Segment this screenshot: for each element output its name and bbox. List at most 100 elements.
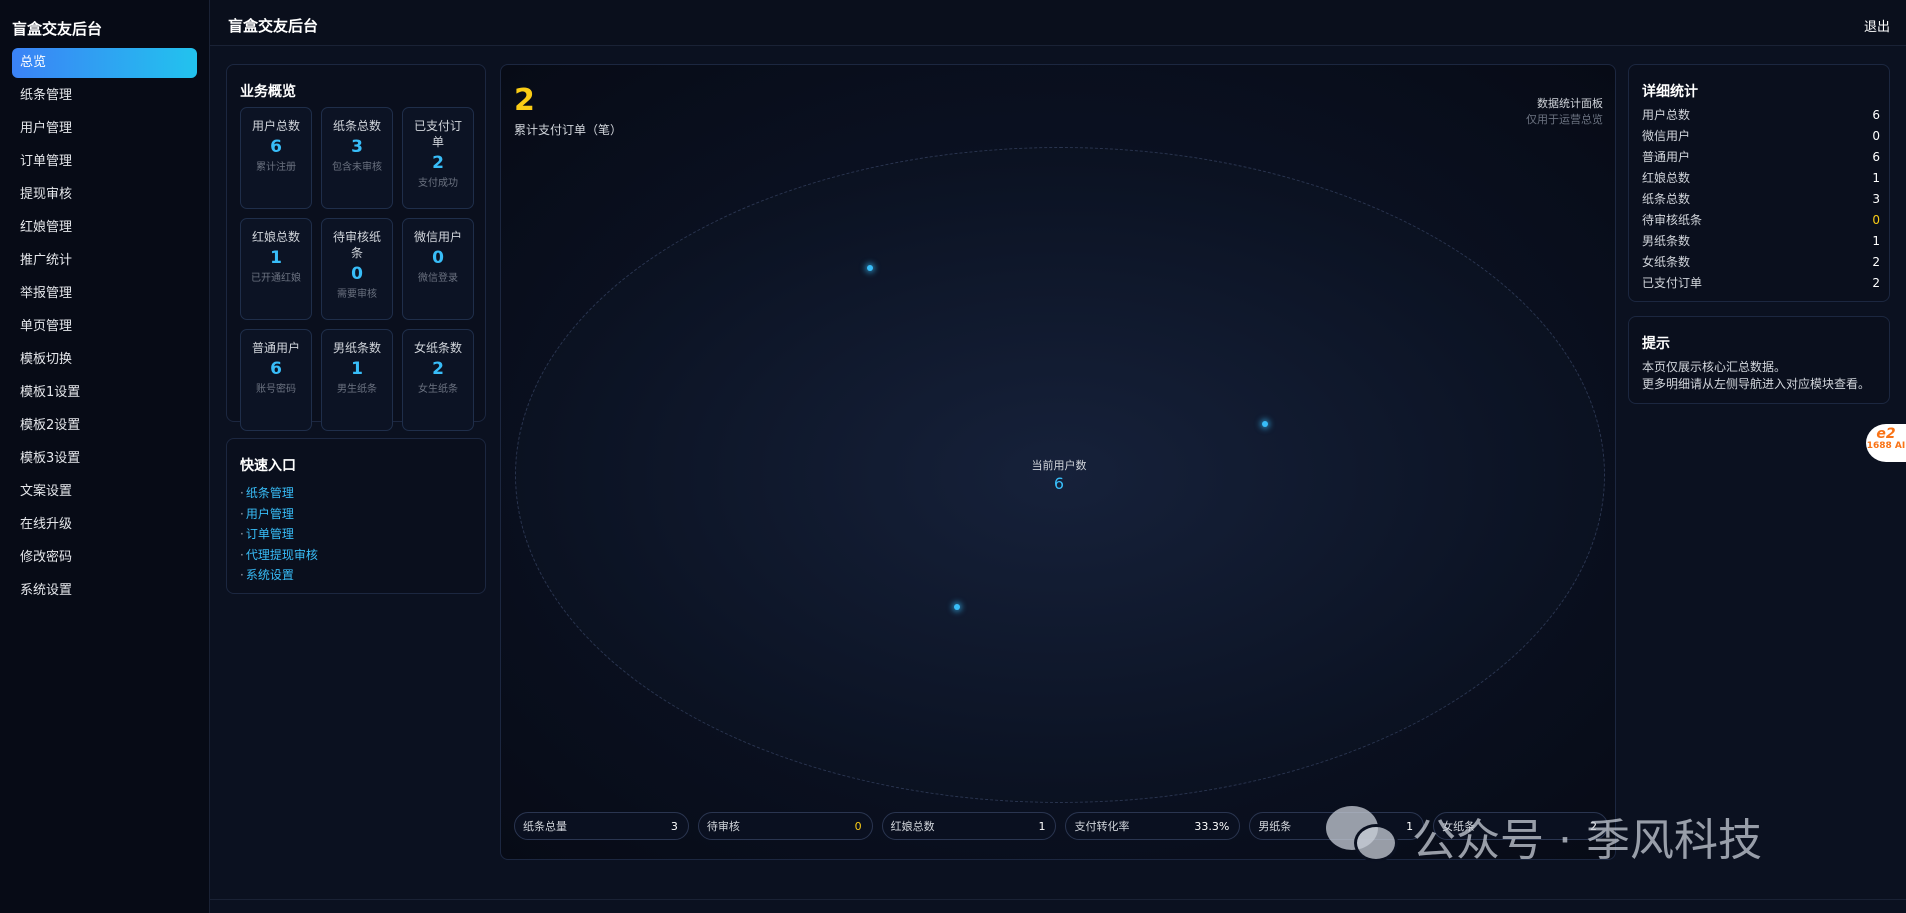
stat-box: 微信用户 0 微信登录 [402,218,474,320]
ai-badge-label: 1688 AI [1866,441,1906,451]
current-users-value: 6 [1053,474,1065,493]
quick-link-withdraw[interactable]: · 代理提现审核 [240,545,318,566]
stat-label: 待审核纸条 [332,230,381,260]
stat-box: 用户总数 6 累计注册 [240,107,312,209]
detail-label: 微信用户 [1642,129,1691,143]
ai-badge-logo: e2 [1876,426,1896,442]
detail-label: 男纸条数 [1642,234,1691,248]
stat-sub: 已开通红娘 [251,273,301,284]
stat-value: 1 [270,248,282,268]
watermark-text: 公众号 · 季风科技 [1412,815,1762,866]
sidebar-item-template2[interactable]: 模板2设置 [12,411,197,441]
detail-value: 2 [1872,255,1880,269]
sidebar-item-upgrade[interactable]: 在线升级 [12,510,197,540]
pill-label: 红娘总数 [890,820,935,833]
tips-text: 本页仅展示核心汇总数据。 更多明细请从左侧导航进入对应模块查看。 [1642,359,1882,393]
sidebar-item-promotion[interactable]: 推广统计 [12,246,197,276]
quick-link-list: · 纸条管理 · 用户管理 · 订单管理 · 代理提现审核 · 系统设置 [240,483,318,586]
tips-title: 提示 [1642,336,1670,352]
sidebar-item-template-switch[interactable]: 模板切换 [12,345,197,375]
detail-value: 6 [1872,108,1880,122]
detail-row: 女纸条数 2 [1642,252,1880,273]
detail-value: 0 [1872,129,1880,143]
quick-link-users[interactable]: · 用户管理 [240,504,318,525]
detail-row: 待审核纸条 0 [1642,210,1880,231]
stat-box: 待审核纸条 0 需要审核 [321,218,393,320]
sidebar-item-withdraw[interactable]: 提现审核 [12,180,197,210]
summary-pill: 红娘总数 1 [881,812,1057,840]
pill-value: 1 [1038,819,1046,833]
pill-label: 支付转化率 [1074,820,1130,833]
brand-title: 盲盒交友后台 [12,20,103,38]
panel-title: 数据统计面板 [1537,97,1603,110]
stat-value: 6 [270,137,282,157]
detail-label: 纸条总数 [1642,192,1691,206]
stat-label: 普通用户 [251,341,300,355]
detail-row: 红娘总数 1 [1642,168,1880,189]
stats-panel: 2 累计支付订单（笔） 数据统计面板 仅用于运营总览 当前用户数 6 纸条总量 3… [500,64,1616,860]
sidebar-item-overview[interactable]: 总览 [12,48,197,78]
detail-value: 1 [1872,171,1880,185]
stat-value: 0 [351,264,363,284]
sidebar-item-template3[interactable]: 模板3设置 [12,444,197,474]
sidebar-item-orders[interactable]: 订单管理 [12,147,197,177]
stat-value: 2 [432,359,444,379]
stat-sub: 微信登录 [418,273,458,284]
sidebar-item-matchmakers[interactable]: 红娘管理 [12,213,197,243]
quick-link-system[interactable]: · 系统设置 [240,565,318,586]
stat-label: 女纸条数 [413,341,462,355]
detail-value: 0 [1872,213,1880,227]
stat-label: 已支付订单 [413,119,462,149]
quick-entry-title: 快速入口 [240,458,296,474]
paid-orders-label: 累计支付订单（笔） [514,123,623,137]
detail-stats-title: 详细统计 [1642,84,1698,100]
sidebar-item-system[interactable]: 系统设置 [12,576,197,606]
pill-label: 男纸条 [1258,820,1292,833]
sidebar-item-copywriting[interactable]: 文案设置 [12,477,197,507]
detail-label: 待审核纸条 [1642,213,1703,227]
quick-link-orders[interactable]: · 订单管理 [240,524,318,545]
sidebar-item-template1[interactable]: 模板1设置 [12,378,197,408]
detail-label: 用户总数 [1642,108,1691,122]
top-header: 盲盒交友后台 退出 [210,0,1906,46]
quick-entry-card: 快速入口 · 纸条管理 · 用户管理 · 订单管理 · 代理提现审核 · 系统设置 [226,438,486,594]
stat-value: 2 [432,153,444,173]
sidebar-item-users[interactable]: 用户管理 [12,114,197,144]
stat-box: 女纸条数 2 女生纸条 [402,329,474,431]
detail-label: 红娘总数 [1642,171,1691,185]
detail-stats-list: 用户总数 6 微信用户 0 普通用户 6 红娘总数 1 纸条总数 3 待审核纸条 0 男纸条… [1642,105,1880,294]
detail-row: 男纸条数 1 [1642,231,1880,252]
pill-value: 33.3% [1194,819,1230,833]
detail-value: 1 [1872,234,1880,248]
overview-title: 业务概览 [240,84,296,100]
sidebar-item-password[interactable]: 修改密码 [12,543,197,573]
stat-label: 男纸条数 [332,341,381,355]
logout-button[interactable]: 退出 [1864,16,1890,35]
quick-link-notes[interactable]: · 纸条管理 [240,483,318,504]
tips-card: 提示 本页仅展示核心汇总数据。 更多明细请从左侧导航进入对应模块查看。 [1628,316,1890,404]
pill-value: 0 [854,819,862,833]
detail-row: 纸条总数 3 [1642,189,1880,210]
stat-box: 红娘总数 1 已开通红娘 [240,218,312,320]
pill-value: 3 [670,819,678,833]
summary-pill: 待审核 0 [697,812,873,840]
user-dot [954,604,960,610]
sidebar-item-notes[interactable]: 纸条管理 [12,81,197,111]
stat-sub: 需要审核 [337,289,377,300]
footer-divider [210,899,1906,900]
pill-label: 纸条总量 [523,820,567,833]
detail-label: 女纸条数 [1642,255,1691,269]
stat-label: 用户总数 [251,119,300,133]
tips-line: 更多明细请从左侧导航进入对应模块查看。 [1642,377,1871,391]
current-users-label: 当前用户数 [1031,459,1087,472]
stat-label: 纸条总数 [332,119,381,133]
stat-value: 3 [351,137,363,157]
sidebar-nav: 总览 纸条管理 用户管理 订单管理 提现审核 红娘管理 推广统计 举报管理 单页… [12,48,197,609]
user-dot [1262,421,1268,427]
sidebar-item-pages[interactable]: 单页管理 [12,312,197,342]
sidebar: 盲盒交友后台 总览 纸条管理 用户管理 订单管理 提现审核 红娘管理 推广统计 … [0,0,210,913]
sidebar-item-reports[interactable]: 举报管理 [12,279,197,309]
business-overview-card: 业务概览 用户总数 6 累计注册 纸条总数 3 包含未审核 已支付订单 2 支付… [226,64,486,431]
ai-assistant-badge[interactable]: e2 1688 AI [1866,424,1906,462]
stat-sub: 累计注册 [256,162,296,173]
